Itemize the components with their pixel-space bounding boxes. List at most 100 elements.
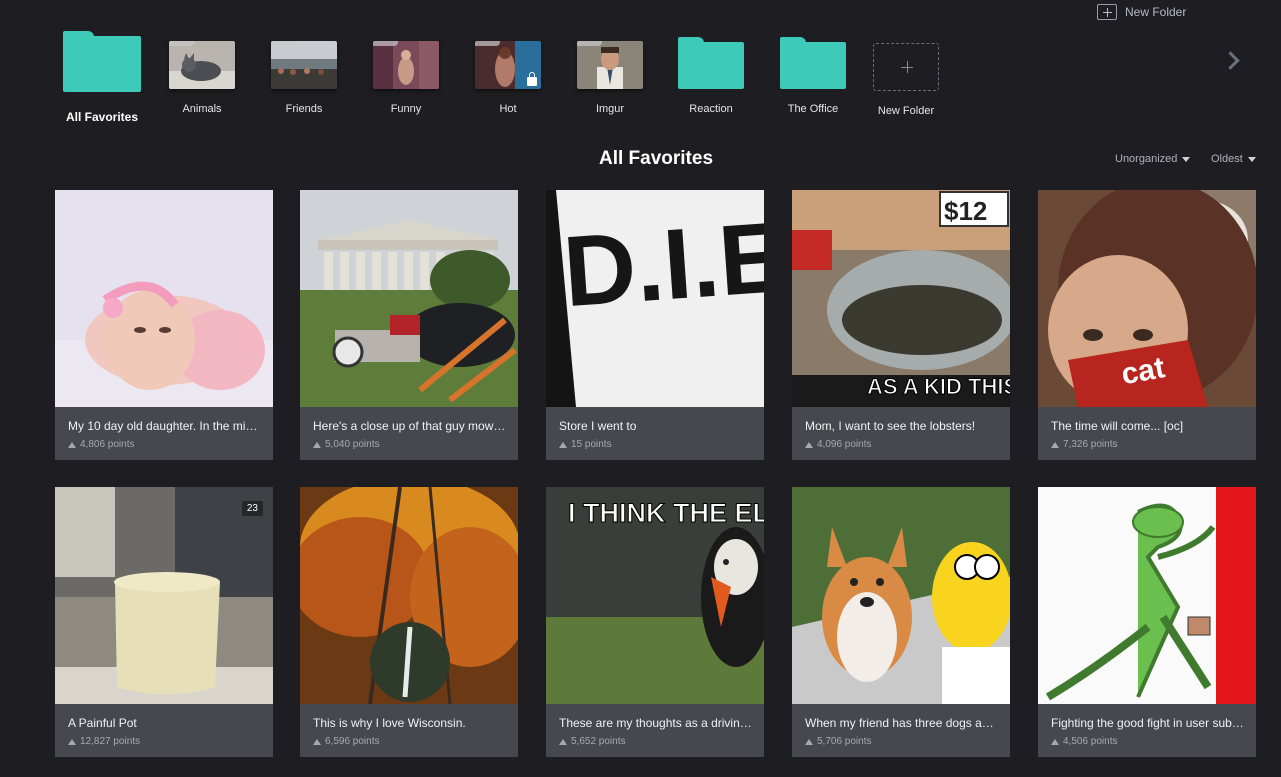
post-card[interactable]: 23 A Painful Pot 12,827 points <box>55 487 273 757</box>
organize-dropdown[interactable]: Unorganized <box>1115 153 1191 165</box>
post-image <box>792 487 1010 704</box>
folder-icon <box>780 37 846 89</box>
folder-label: Animals <box>182 103 222 115</box>
post-footer: My 10 day old daughter. In the middle of… <box>55 407 273 460</box>
post-points: 4,506 points <box>1051 736 1244 747</box>
folder-funny[interactable]: Funny <box>356 28 456 115</box>
folder-label: Friends <box>285 103 323 115</box>
folder-thumbnail <box>169 41 235 89</box>
post-image: I THINK THE ELDER <box>546 487 764 704</box>
folder-imgur[interactable]: Imgur <box>560 28 660 115</box>
points-text: 15 points <box>571 439 612 450</box>
order-label: Oldest <box>1211 153 1243 165</box>
post-points: 5,706 points <box>805 736 998 747</box>
post-card[interactable]: Fighting the good fight in user submitte… <box>1038 487 1256 757</box>
add-folder-icon <box>1097 4 1117 20</box>
upvote-icon <box>68 441 76 448</box>
post-title: My 10 day old daughter. In the middle of… <box>68 419 261 433</box>
post-card[interactable]: This is why I love Wisconsin. 6,596 poin… <box>300 487 518 757</box>
post-title: These are my thoughts as a driving instr… <box>559 716 752 730</box>
folder-icon <box>63 31 141 92</box>
post-points: 5,652 points <box>559 736 752 747</box>
folder-label: Imgur <box>595 103 625 115</box>
points-text: 4,096 points <box>817 439 872 450</box>
post-card[interactable]: D.I.E. DID Store I went to 15 points <box>546 190 764 460</box>
post-points: 5,040 points <box>313 439 506 450</box>
post-card[interactable]: I THINK THE ELDER These are my thoughts … <box>546 487 764 757</box>
chevron-down-icon <box>1247 156 1256 162</box>
folder-label: Hot <box>499 103 517 115</box>
points-text: 4,806 points <box>80 439 135 450</box>
folder-new[interactable]: New Folder <box>856 28 956 117</box>
post-image <box>300 190 518 407</box>
post-points: 6,596 points <box>313 736 506 747</box>
post-image: D.I.E. DID <box>546 190 764 407</box>
post-points: 15 points <box>559 439 752 450</box>
post-card[interactable]: $12 AS A KID THIS Mom, I want to see the… <box>792 190 1010 460</box>
upvote-icon <box>313 441 321 448</box>
folder-icon <box>678 37 744 89</box>
upvote-icon <box>559 441 567 448</box>
new-folder-button-top[interactable]: New Folder <box>1097 4 1186 20</box>
folder-label: Funny <box>390 103 422 115</box>
post-card[interactable]: My 10 day old daughter. In the middle of… <box>55 190 273 460</box>
post-footer: These are my thoughts as a driving instr… <box>546 704 764 757</box>
price-sign-text: $12 <box>944 196 987 226</box>
post-image: $12 AS A KID THIS <box>792 190 1010 407</box>
points-text: 4,506 points <box>1063 736 1118 747</box>
folder-label: All Favorites <box>65 110 139 124</box>
folder-animals[interactable]: Animals <box>152 28 252 115</box>
upvote-icon <box>805 738 813 745</box>
folder-label: New Folder <box>877 105 935 117</box>
organize-label: Unorganized <box>1115 153 1178 165</box>
post-card[interactable]: Here's a close up of that guy mowing the… <box>300 190 518 460</box>
folder-label: Reaction <box>689 103 733 115</box>
upvote-icon <box>1051 441 1059 448</box>
folder-hot[interactable]: Hot <box>458 28 558 115</box>
post-image <box>300 487 518 704</box>
upvote-icon <box>559 738 567 745</box>
points-text: 12,827 points <box>80 736 141 747</box>
post-image <box>55 190 273 407</box>
folder-strip: All Favorites Animals Friends Funny Hot … <box>0 28 1281 138</box>
meme-caption-text: I THINK THE ELDER <box>568 498 764 528</box>
points-text: 5,040 points <box>325 439 380 450</box>
post-title: Mom, I want to see the lobsters! <box>805 419 976 433</box>
folder-label: The Office <box>787 103 839 115</box>
post-image <box>1038 487 1256 704</box>
page-title: All Favorites <box>598 148 714 169</box>
post-points: 7,326 points <box>1051 439 1244 450</box>
chevron-right-icon[interactable] <box>1221 48 1241 74</box>
folder-the-office[interactable]: The Office <box>763 28 863 115</box>
post-footer: A Painful Pot 12,827 points <box>55 704 273 757</box>
post-footer: Mom, I want to see the lobsters! 4,096 p… <box>792 407 1010 460</box>
folder-thumbnail <box>373 41 439 89</box>
post-title: This is why I love Wisconsin. <box>313 716 466 730</box>
post-footer: Here's a close up of that guy mowing the… <box>300 407 518 460</box>
upvote-icon <box>68 738 76 745</box>
folder-thumbnail <box>271 41 337 89</box>
post-title: A Painful Pot <box>68 716 137 730</box>
points-text: 7,326 points <box>1063 439 1118 450</box>
folder-friends[interactable]: Friends <box>254 28 354 115</box>
add-folder-icon <box>873 43 939 91</box>
post-card[interactable]: When my friend has three dogs and one ca… <box>792 487 1010 757</box>
post-image: cat <box>1038 190 1256 407</box>
post-footer: Store I went to 15 points <box>546 407 764 460</box>
post-points: 12,827 points <box>68 736 261 747</box>
folder-reaction[interactable]: Reaction <box>661 28 761 115</box>
points-text: 5,652 points <box>571 736 626 747</box>
points-text: 5,706 points <box>817 736 872 747</box>
chevron-down-icon <box>1182 156 1191 162</box>
post-card[interactable]: cat The time will come... [oc] 7,326 poi… <box>1038 190 1256 460</box>
new-folder-label: New Folder <box>1125 5 1187 19</box>
post-title: Store I went to <box>559 419 637 433</box>
order-dropdown[interactable]: Oldest <box>1211 153 1256 165</box>
meme-caption-text: AS A KID THIS <box>867 374 1010 399</box>
folder-all-favorites[interactable]: All Favorites <box>52 28 152 124</box>
lock-icon <box>527 72 537 86</box>
post-footer: When my friend has three dogs and one ca… <box>792 704 1010 757</box>
post-image: 23 <box>55 487 273 704</box>
folder-thumbnail <box>577 41 643 89</box>
post-title: Here's a close up of that guy mowing the… <box>313 419 506 433</box>
